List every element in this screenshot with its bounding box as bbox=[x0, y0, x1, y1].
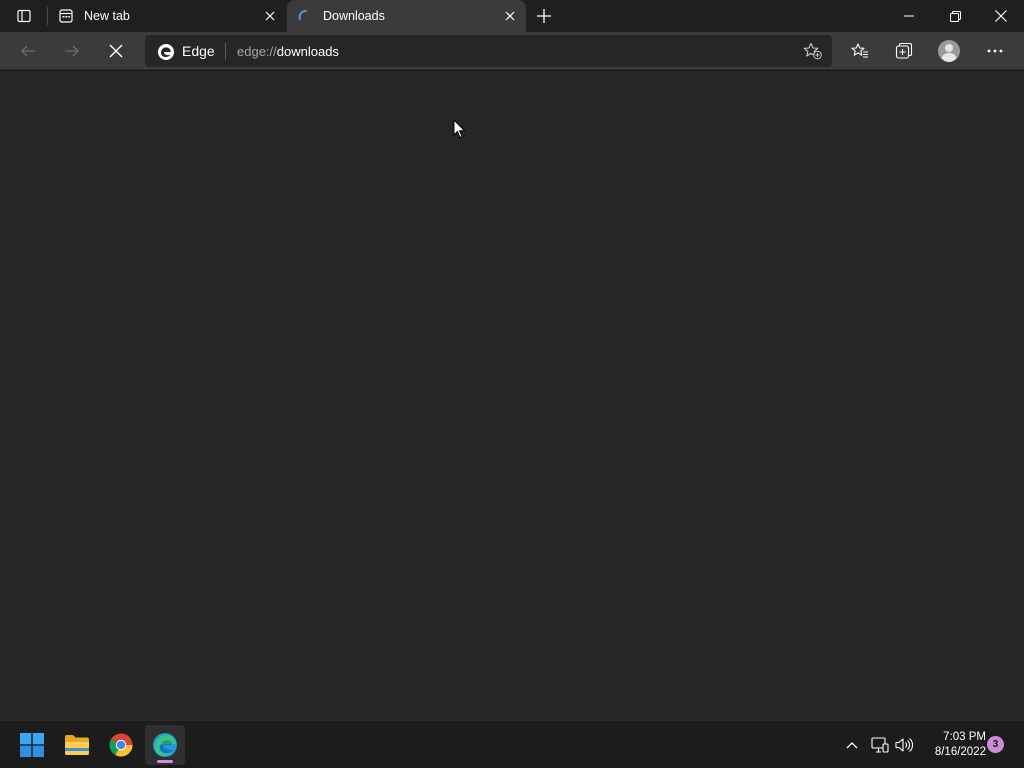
forward-button[interactable] bbox=[56, 35, 88, 67]
add-favorite-button[interactable] bbox=[802, 41, 824, 61]
favorites-icon bbox=[851, 43, 868, 58]
chrome-button[interactable] bbox=[101, 725, 141, 765]
clock[interactable]: 7:03 PM 8/16/2022 bbox=[918, 730, 986, 760]
url-path: downloads bbox=[276, 44, 339, 59]
file-explorer-button[interactable] bbox=[57, 725, 97, 765]
minimize-button[interactable] bbox=[886, 0, 932, 32]
volume-button[interactable] bbox=[893, 734, 915, 756]
active-app-indicator bbox=[157, 760, 173, 763]
url-scheme: edge:// bbox=[237, 44, 277, 59]
tab-title: Downloads bbox=[323, 9, 385, 23]
collections-icon bbox=[895, 42, 913, 59]
address-url[interactable]: edge://downloads bbox=[237, 44, 339, 59]
close-tab-button[interactable] bbox=[262, 8, 278, 24]
collections-button[interactable] bbox=[888, 35, 920, 67]
edge-logo-icon bbox=[158, 44, 174, 60]
address-brand-label: Edge bbox=[182, 43, 215, 59]
page-content bbox=[0, 71, 1024, 720]
close-window-button[interactable] bbox=[978, 0, 1024, 32]
mouse-cursor-icon bbox=[453, 119, 466, 139]
taskbar: 7:03 PM 8/16/2022 3 bbox=[0, 720, 1024, 768]
network-button[interactable] bbox=[869, 734, 891, 756]
close-tab-button[interactable] bbox=[502, 8, 518, 24]
profile-button[interactable] bbox=[933, 35, 965, 67]
new-tab-page-icon bbox=[58, 8, 74, 24]
notification-badge[interactable]: 3 bbox=[987, 736, 1004, 753]
tab-actions-button[interactable] bbox=[8, 2, 40, 30]
network-icon bbox=[871, 737, 889, 753]
close-icon bbox=[265, 11, 275, 21]
edge-button[interactable] bbox=[145, 725, 185, 765]
profile-avatar-icon bbox=[938, 40, 960, 62]
tab-strip: New tab Downloads bbox=[0, 0, 1024, 32]
minimize-icon bbox=[904, 15, 914, 17]
windows-start-icon bbox=[20, 733, 44, 757]
address-bar[interactable]: Edge edge://downloads bbox=[145, 35, 832, 67]
file-explorer-icon bbox=[65, 735, 89, 755]
forward-arrow-icon bbox=[65, 45, 79, 57]
plus-icon bbox=[537, 9, 551, 23]
restore-button[interactable] bbox=[932, 0, 978, 32]
clock-date: 8/16/2022 bbox=[934, 746, 986, 758]
restore-icon bbox=[949, 10, 961, 22]
stop-loading-button[interactable] bbox=[100, 35, 132, 67]
favorites-button[interactable] bbox=[844, 35, 876, 67]
tab-title: New tab bbox=[84, 9, 130, 23]
chrome-icon bbox=[109, 733, 133, 757]
star-add-icon bbox=[803, 42, 822, 60]
tab-new-tab[interactable]: New tab bbox=[48, 0, 286, 32]
clock-time: 7:03 PM bbox=[943, 731, 986, 743]
more-options-icon bbox=[987, 49, 1003, 53]
stop-icon bbox=[109, 44, 123, 58]
back-button[interactable] bbox=[12, 35, 44, 67]
edge-icon bbox=[153, 733, 177, 757]
address-divider bbox=[225, 43, 226, 60]
chevron-up-icon bbox=[846, 742, 858, 749]
close-icon bbox=[995, 10, 1007, 22]
tab-actions-icon bbox=[17, 9, 31, 23]
screen: New tab Downloads Edge edge://downloads … bbox=[0, 0, 1024, 768]
close-icon bbox=[505, 11, 515, 21]
speaker-icon bbox=[895, 738, 913, 752]
show-hidden-icons-button[interactable] bbox=[841, 734, 863, 756]
back-arrow-icon bbox=[21, 45, 35, 57]
loading-spinner-icon bbox=[297, 8, 313, 24]
tab-downloads[interactable]: Downloads bbox=[287, 0, 526, 32]
start-button[interactable] bbox=[12, 725, 52, 765]
new-tab-button[interactable] bbox=[532, 4, 556, 28]
browser-toolbar: Edge edge://downloads bbox=[0, 32, 1024, 70]
settings-more-button[interactable] bbox=[979, 35, 1011, 67]
